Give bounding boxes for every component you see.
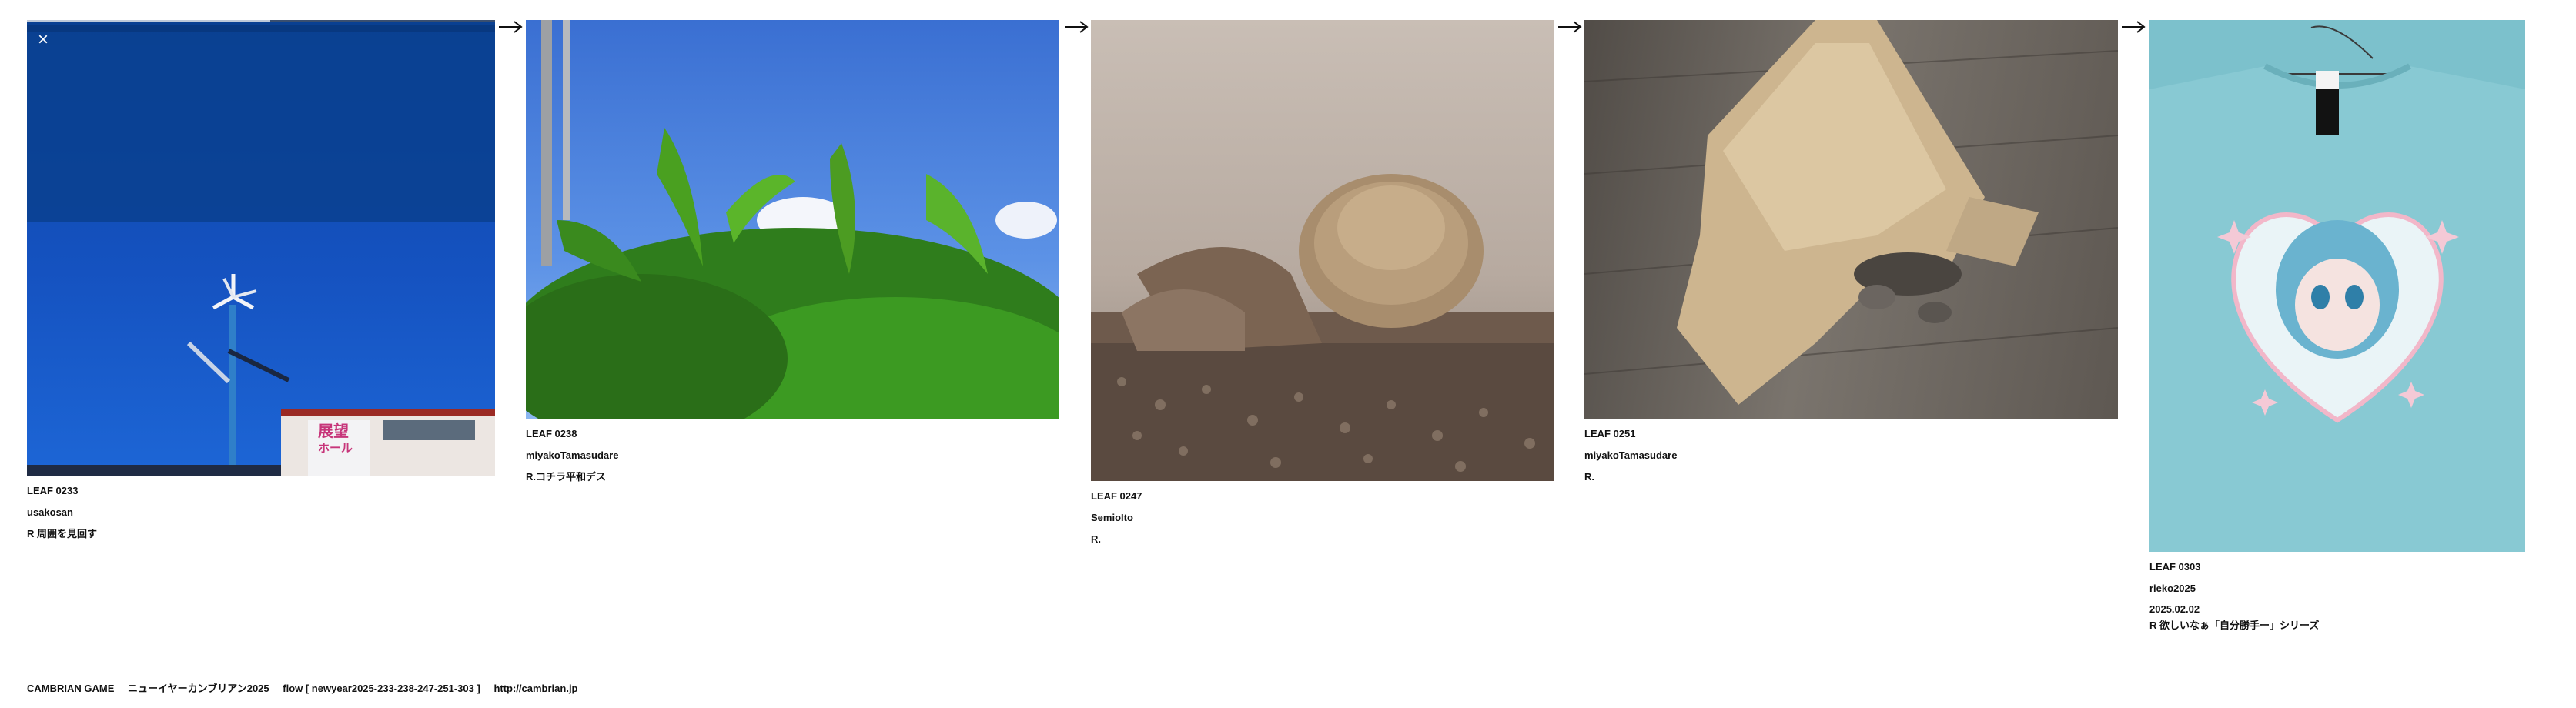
leaf-card-0233[interactable]: 展望 ホール × ••• LEAF 0233 usakosan R 周囲を見回す [27,20,495,545]
leaf-photo-0303[interactable] [2149,20,2525,552]
leaf-note: R. [1584,471,1594,483]
leaf-author[interactable]: usakosan [27,502,495,523]
tshirt-illustration [2149,25,2525,552]
leaf-card-0303[interactable]: LEAF 0303 rieko2025 2025.02.02 R 欲しいなぁ「自… [2149,20,2525,632]
leaf-caption-0247: LEAF 0247 SemioIto R. [1091,486,1554,550]
leaf-card-0247[interactable]: LEAF 0247 SemioIto R. [1091,20,1554,550]
dried-flower-illustration [1091,174,1554,481]
leaf-number: LEAF 0247 [1091,490,1142,502]
flow-arrow-icon [2120,18,2146,35]
progress-track [27,20,495,22]
flow-arrow-icon [1063,18,1089,35]
cat-in-bag-illustration [1584,20,2118,405]
leaf-caption-0238: LEAF 0238 miyakoTamasudare R.コチラ平和デス [526,423,1059,488]
leaf-author[interactable]: miyakoTamasudare [526,445,1059,466]
flow-arrow-icon [1557,18,1583,35]
close-icon[interactable]: × [38,31,49,49]
leaf-number: LEAF 0238 [526,428,577,439]
leaf-photo-0233[interactable]: 展望 ホール × ••• [27,20,495,476]
leaf-author[interactable]: rieko2025 [2149,578,2525,599]
footer-flow: flow [ newyear2025-233-238-247-251-303 ] [283,683,480,694]
leaf-date: 2025.02.02 [2149,603,2200,615]
leaf-card-0251[interactable]: LEAF 0251 miyakoTamasudare R. [1584,20,2118,488]
leaf-author[interactable]: miyakoTamasudare [1584,445,2118,466]
leaf-note: R 周囲を見回す [27,528,98,539]
banana-tree-illustration [526,20,1059,419]
footer-url[interactable]: http://cambrian.jp [493,683,577,694]
leaf-number: LEAF 0233 [27,485,79,496]
footer-brand[interactable]: CAMBRIAN GAME [27,683,114,694]
footer-event: ニューイヤーカンブリアン2025 [128,683,269,694]
leaf-note: R 欲しいなぁ「自分勝手ー」シリーズ [2149,620,2320,631]
sign-text: 展望 ホール [318,423,353,457]
leaf-photo-0238[interactable] [526,20,1059,419]
leaf-caption-0251: LEAF 0251 miyakoTamasudare R. [1584,423,2118,488]
leaf-photo-0251[interactable] [1584,20,2118,419]
leaf-note: R. [1091,533,1101,545]
leaf-number: LEAF 0303 [2149,561,2201,573]
leaf-author[interactable]: SemioIto [1091,507,1554,529]
flow-arrow-icon [497,18,524,35]
sign-line-2: ホール [318,442,353,455]
leaf-caption-0303: LEAF 0303 rieko2025 2025.02.02 R 欲しいなぁ「自… [2149,556,2525,632]
windmill-scene-illustration [27,20,495,476]
leaf-photo-0247[interactable] [1091,20,1554,481]
leaf-card-0238[interactable]: LEAF 0238 miyakoTamasudare R.コチラ平和デス [526,20,1059,488]
footer: CAMBRIAN GAME ニューイヤーカンブリアン2025 flow [ ne… [27,680,589,695]
progress-fill [27,20,271,22]
leaf-note: R.コチラ平和デス [526,471,607,483]
leaf-caption-0233: LEAF 0233 usakosan R 周囲を見回す [27,480,495,545]
sign-line-1: 展望 [318,423,349,440]
leaf-number: LEAF 0251 [1584,428,1636,439]
